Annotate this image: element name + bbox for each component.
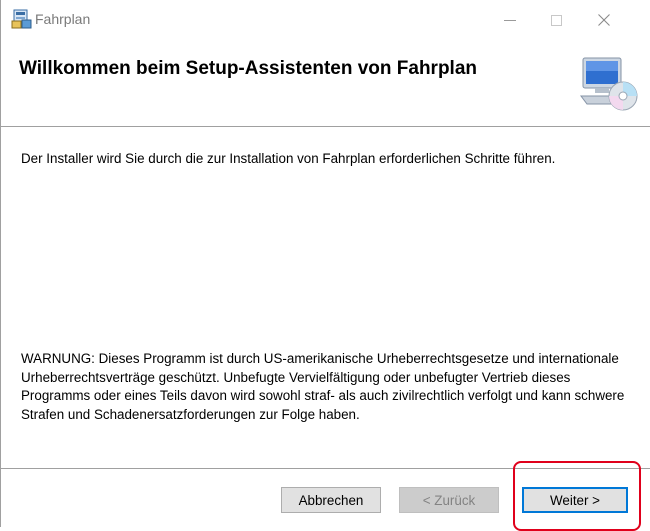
cancel-button[interactable]: Abbrechen bbox=[281, 487, 381, 513]
wizard-banner: Willkommen beim Setup-Assistenten von Fa… bbox=[1, 40, 650, 127]
close-icon bbox=[598, 14, 610, 26]
close-button[interactable] bbox=[581, 0, 627, 40]
copyright-warning-text: WARNUNG: Dieses Programm ist durch US-am… bbox=[21, 351, 625, 422]
installer-app-icon bbox=[11, 9, 32, 29]
page-title: Willkommen beim Setup-Assistenten von Fa… bbox=[19, 58, 478, 79]
maximize-button[interactable] bbox=[533, 0, 579, 40]
window-title: Fahrplan bbox=[35, 11, 91, 27]
title-bar[interactable]: Fahrplan bbox=[1, 0, 650, 40]
back-button[interactable]: < Zurück bbox=[399, 487, 499, 513]
minimize-icon bbox=[504, 19, 516, 21]
computer-cd-icon bbox=[580, 57, 638, 111]
maximize-icon bbox=[550, 14, 562, 26]
intro-text: Der Installer wird Sie durch die zur Ins… bbox=[21, 151, 556, 166]
installer-window: Fahrplan Willkommen beim Setup-Assistent… bbox=[0, 0, 650, 531]
next-button-highlight bbox=[513, 461, 641, 531]
minimize-button[interactable] bbox=[487, 0, 533, 40]
